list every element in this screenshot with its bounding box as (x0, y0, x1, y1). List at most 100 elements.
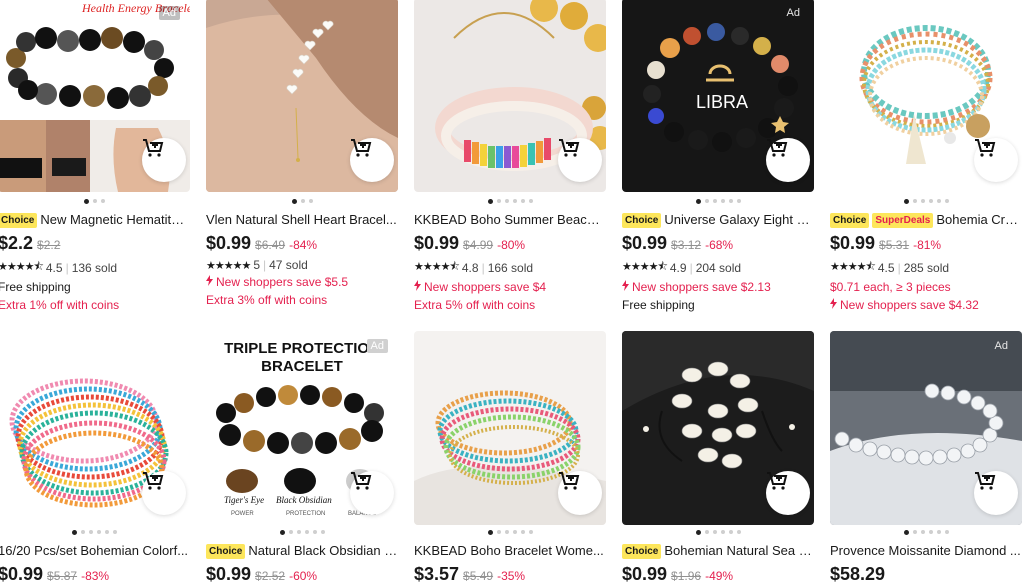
product-title[interactable]: Choice New Magnetic Hematite ... (0, 212, 190, 228)
new-shopper-offer: New shoppers save $2.13 (622, 280, 814, 295)
price-row: $0.99 $1.96 -49% (622, 564, 814, 584)
new-shopper-offer: New shoppers save $4 (414, 280, 606, 295)
rating-row: ★★★★⯪ 4.5 | 136 sold (0, 258, 190, 277)
price-row: $3.57 $5.49 -35% (414, 564, 606, 584)
stone-caption: Tiger's Eye (224, 495, 264, 505)
discount: -60% (289, 569, 318, 583)
add-to-cart-icon (351, 472, 372, 490)
image-carousel-dots (414, 530, 606, 536)
shipping-info: Free shipping (0, 280, 71, 294)
product-card[interactable]: KKBEAD Boho Bracelet Wome... $3.57 $5.49… (414, 331, 606, 584)
product-title[interactable]: KKBEAD Boho Summer Beach ... (414, 212, 606, 228)
star-icon: ★★★★⯪ (622, 261, 668, 273)
product-title[interactable]: Choice SuperDeals Bohemia Cryst... (830, 212, 1022, 228)
add-to-cart-button[interactable] (350, 138, 394, 182)
add-to-cart-button[interactable] (974, 138, 1018, 182)
add-to-cart-button[interactable] (974, 471, 1018, 515)
original-price: $5.31 (879, 238, 910, 252)
product-image[interactable] (414, 0, 606, 192)
product-image[interactable]: Health Energy Bracelet Ad (0, 0, 190, 192)
image-carousel-dots (830, 199, 1022, 205)
ad-label: Ad (366, 339, 388, 353)
add-to-cart-icon (143, 472, 164, 490)
product-image[interactable]: TRIPLE PROTECTION BRACELET Tiger's Eye PO… (206, 331, 398, 525)
discount: -81% (913, 238, 942, 252)
product-title[interactable]: Choice Bohemian Natural Sea Sh... (622, 543, 814, 559)
rating-row: ★★★★★ 5 | 47 sold (206, 258, 308, 272)
add-to-cart-icon (143, 139, 164, 157)
price-row: $58.29 (830, 564, 1022, 584)
product-card[interactable]: TRIPLE PROTECTION BRACELET Tiger's Eye PO… (206, 331, 398, 584)
product-title[interactable]: KKBEAD Boho Bracelet Wome... (414, 543, 606, 559)
product-image[interactable] (0, 331, 190, 525)
rating-row: ★★★★⯪ 4.9 | 204 sold (622, 258, 814, 277)
add-to-cart-button[interactable] (766, 471, 810, 515)
product-card[interactable]: Choice Bohemian Natural Sea Sh... $0.99 … (622, 331, 814, 584)
current-price: $2.2 (0, 233, 34, 253)
product-image[interactable] (414, 331, 606, 525)
add-to-cart-button[interactable] (142, 138, 186, 182)
add-to-cart-icon (559, 139, 580, 157)
product-title[interactable]: Choice Natural Black Obsidian H... (206, 543, 398, 559)
price-row: $2.2 $2.2 (0, 233, 190, 254)
coins-offer: Extra 5% off with coins (414, 298, 536, 312)
original-price: $1.96 (671, 569, 702, 583)
add-to-cart-button[interactable] (766, 138, 810, 182)
product-image[interactable] (830, 0, 1022, 192)
image-carousel-dots (206, 199, 398, 205)
product-title[interactable]: Vlen Natural Shell Heart Bracel... (206, 212, 398, 228)
product-card[interactable]: Choice SuperDeals Bohemia Cryst... $0.99… (830, 0, 1022, 313)
add-to-cart-icon (559, 472, 580, 490)
choice-badge: Choice (622, 543, 662, 559)
add-to-cart-button[interactable] (558, 138, 602, 182)
current-price: $3.57 (414, 564, 460, 584)
discount: -35% (497, 569, 526, 583)
sold-count: 166 sold (487, 260, 534, 275)
add-to-cart-button[interactable] (142, 471, 186, 515)
current-price: $0.99 (622, 564, 668, 584)
choice-badge: Choice (0, 212, 38, 228)
ad-label: Ad (158, 6, 180, 20)
rating-row: ★★★★⯪ 4.5 | 285 sold (830, 258, 1022, 277)
add-to-cart-button[interactable] (558, 471, 602, 515)
add-to-cart-button[interactable] (350, 471, 394, 515)
price-row: $0.99 $2.52 -60% (206, 564, 398, 584)
star-icon: ★★★★⯪ (830, 261, 876, 273)
current-price: $58.29 (830, 564, 886, 584)
product-image[interactable]: LIBRA Ad (622, 0, 814, 192)
price-row: $0.99 $5.87 -83% (0, 564, 190, 584)
discount: -80% (497, 238, 526, 252)
product-card[interactable]: Vlen Natural Shell Heart Bracel... $0.99… (206, 0, 398, 308)
add-to-cart-icon (975, 139, 996, 157)
stone-caption: PROTECTION (286, 511, 325, 517)
product-title[interactable]: Choice Universe Galaxy Eight Pl... (622, 212, 814, 228)
current-price: $0.99 (622, 233, 668, 253)
product-title[interactable]: Provence Moissanite Diamond ... (830, 543, 1022, 559)
product-card[interactable]: 16/20 Pcs/set Bohemian Colorf... $0.99 $… (0, 331, 190, 584)
product-image[interactable] (622, 331, 814, 525)
sold-count: 285 sold (903, 260, 950, 275)
original-price: $6.49 (255, 238, 286, 252)
superdeals-badge: SuperDeals (872, 212, 934, 228)
stone-caption: Black Obsidian (276, 495, 332, 505)
discount: -83% (81, 569, 110, 583)
product-card[interactable]: LIBRA Ad Choice Universe Galaxy Eight Pl… (622, 0, 814, 313)
lightning-icon (206, 275, 213, 286)
product-image[interactable]: Ad (830, 331, 1022, 525)
ad-label: Ad (994, 340, 1008, 352)
product-image[interactable] (206, 0, 398, 192)
star-icon: ★★★★⯪ (0, 261, 44, 273)
rating-value: 4.5 (45, 260, 63, 275)
star-icon: ★★★★⯪ (414, 261, 460, 273)
sold-count: 136 sold (71, 260, 118, 275)
product-card[interactable]: KKBEAD Boho Summer Beach ... $0.99 $4.99… (414, 0, 606, 313)
discount: -84% (289, 238, 318, 252)
discount: -49% (705, 569, 734, 583)
product-card[interactable]: Health Energy Bracelet Ad Choice New Mag… (0, 0, 190, 313)
add-to-cart-icon (767, 472, 788, 490)
product-title[interactable]: 16/20 Pcs/set Bohemian Colorf... (0, 543, 190, 559)
rating-value: 5 (253, 258, 260, 272)
new-shopper-offer: New shoppers save $5.5 (206, 275, 398, 290)
product-card[interactable]: Ad Provence Moissanite Diamond ... $58.2… (830, 331, 1022, 584)
ad-label: Ad (786, 7, 800, 19)
